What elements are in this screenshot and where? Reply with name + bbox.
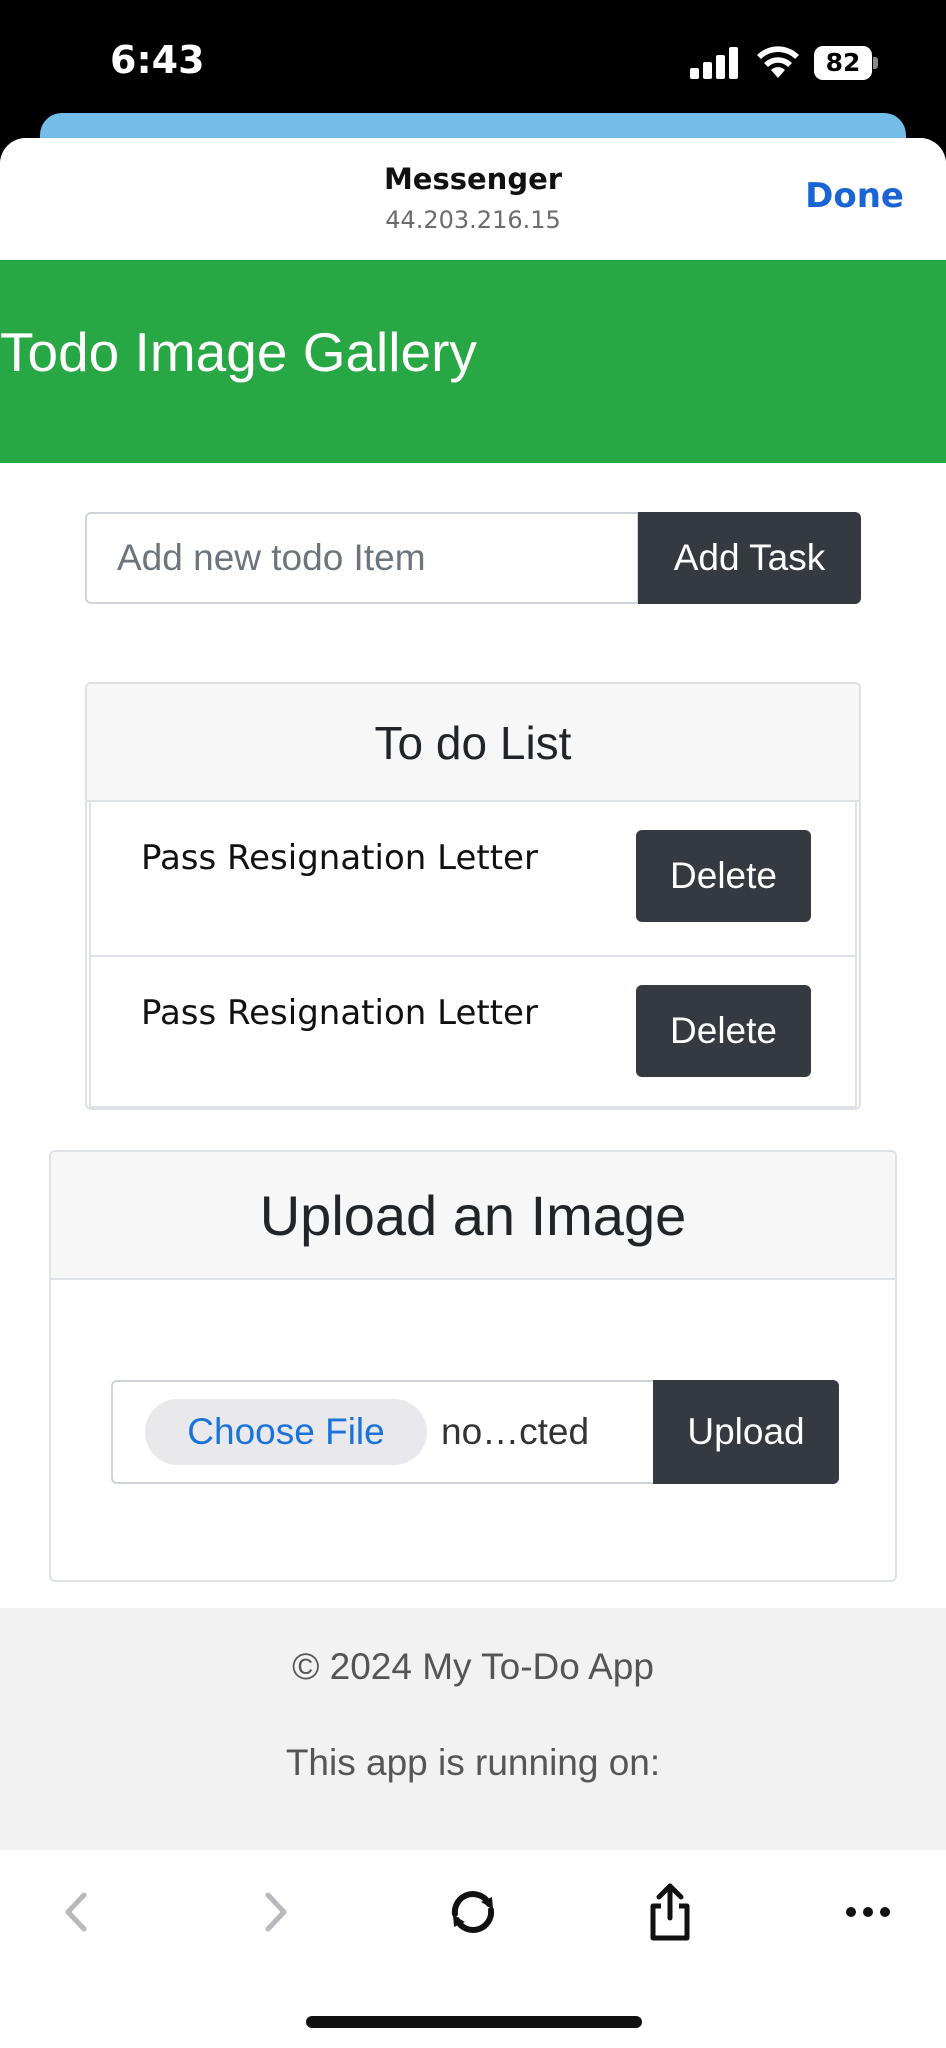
share-icon[interactable]: [630, 1872, 710, 1952]
delete-button[interactable]: Delete: [636, 830, 811, 922]
web-page: Todo Image Gallery Add Task To do List P…: [0, 260, 946, 1850]
back-arrow-icon[interactable]: [36, 1872, 116, 1952]
upload-button[interactable]: Upload: [653, 1380, 839, 1484]
todo-list-heading: To do List: [87, 684, 859, 802]
file-status-text: no…cted: [441, 1411, 590, 1452]
choose-file-button[interactable]: Choose File: [145, 1399, 427, 1465]
upload-heading: Upload an Image: [51, 1152, 895, 1280]
todo-card: To do List Pass Resignation Letter Delet…: [85, 682, 861, 1110]
todo-item: Pass Resignation Letter Delete: [91, 802, 855, 955]
browser-toolbar: [0, 1850, 946, 2048]
home-indicator: [306, 2016, 642, 2028]
done-button[interactable]: Done: [805, 176, 904, 216]
file-input[interactable]: Choose File no…cted: [111, 1380, 655, 1484]
footer-copyright: © 2024 My To-Do App: [292, 1646, 654, 1687]
footer-running-on: This app is running on:: [285, 1742, 661, 1783]
browser-header: Messenger 44.203.216.15 Done: [0, 138, 946, 260]
todo-input[interactable]: [85, 512, 639, 604]
browser-sheet: Messenger 44.203.216.15 Done Todo Image …: [0, 138, 946, 2048]
todo-list: Pass Resignation Letter Delete Pass Resi…: [89, 802, 857, 1108]
app-header: Todo Image Gallery: [0, 260, 946, 463]
more-options-icon[interactable]: [828, 1872, 908, 1952]
todo-item-text: Pass Resignation Letter: [141, 838, 538, 878]
footer: © 2024 My To-Do App This app is running …: [0, 1608, 946, 1850]
browser-title: Messenger: [383, 162, 563, 196]
delete-button[interactable]: Delete: [636, 985, 811, 1077]
status-time: 6:43: [110, 38, 205, 82]
browser-address: 44.203.216.15: [385, 206, 561, 234]
battery-level: 82: [814, 46, 872, 80]
status-bar: 6:43 82: [0, 0, 946, 128]
wifi-icon: [757, 46, 799, 78]
signal-icon: [690, 47, 740, 79]
app-title: Todo Image Gallery: [0, 321, 477, 383]
upload-card: Upload an Image Choose File no…cted Uplo…: [49, 1150, 897, 1582]
forward-arrow-icon[interactable]: [236, 1872, 316, 1952]
battery-icon: 82: [814, 46, 878, 80]
todo-item-text: Pass Resignation Letter: [141, 993, 538, 1033]
add-task-button[interactable]: Add Task: [638, 512, 861, 604]
reload-icon[interactable]: [433, 1872, 513, 1952]
todo-item: Pass Resignation Letter Delete: [91, 955, 855, 1108]
